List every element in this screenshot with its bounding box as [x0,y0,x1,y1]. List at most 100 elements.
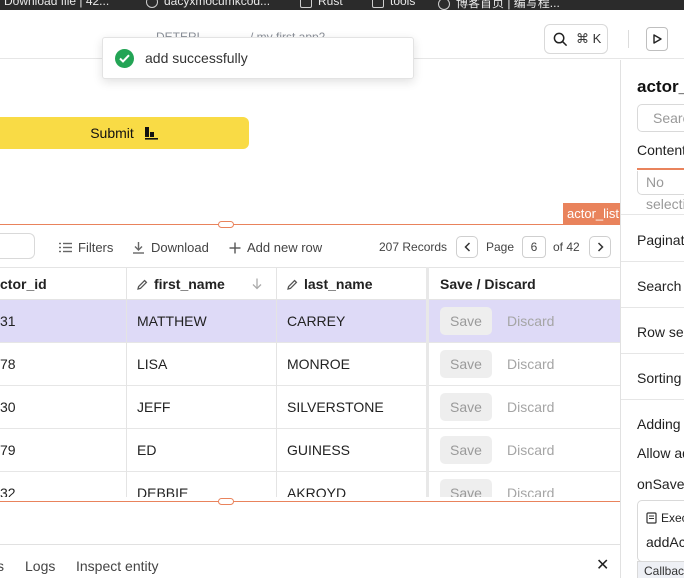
filter-icon [59,242,72,253]
column-header-actor-id[interactable]: ctor_id [0,268,47,300]
divider [621,353,684,354]
column-label: first_name [154,276,225,292]
download-button[interactable]: Download [132,240,209,255]
bookmark-item[interactable]: Download file | 42... [4,0,109,8]
cell-last-name[interactable]: CARREY [287,300,345,343]
cell-last-name[interactable]: MONROE [287,343,350,386]
selection-dropdown[interactable]: No selection [637,171,684,212]
table-row[interactable]: 79 ED GUINESS Save Discard [0,429,620,472]
cell-first-name[interactable]: ED [137,429,156,472]
section-search[interactable]: Search [637,278,681,294]
panel-title: actor_list [637,77,684,96]
close-icon[interactable]: ✕ [596,558,609,574]
table-row[interactable]: 31 MATTHEW CARREY Save Discard [0,300,620,343]
discard-row-button[interactable]: Discard [507,300,554,343]
ruler-icon [144,127,158,140]
resize-handle-bottom[interactable] [218,498,234,505]
cell-first-name[interactable]: JEFF [137,386,170,429]
discard-row-button[interactable]: Discard [507,343,554,386]
chevron-right-icon [597,242,604,252]
panel-search-input[interactable]: Search [637,104,684,132]
submit-button[interactable]: Submit [0,117,249,149]
column-header-first-name[interactable]: first_name [137,268,225,300]
section-pagination[interactable]: Pagination [637,232,684,248]
callback-tab[interactable]: Callback [637,561,684,578]
folder-icon [372,0,384,8]
save-row-button[interactable]: Save [440,479,492,497]
download-icon [133,242,144,254]
properties-panel: actor_list Search Content No selection P… [620,60,684,578]
bookmark-label: dacyxmocumkcod... [164,0,271,8]
bottom-debug-bar: s Logs Inspect entity ✕ [0,544,620,578]
bookmark-item[interactable]: 博客首页 | 编写程... [438,0,560,10]
filters-button[interactable]: Filters [59,240,113,255]
add-new-row-button[interactable]: Add new row [229,240,322,255]
discard-row-button[interactable]: Discard [507,429,554,472]
cell-actor-id: 79 [0,442,16,458]
tab-content[interactable]: Content [637,142,684,158]
column-label: last_name [304,276,373,292]
component-tag[interactable]: actor_list [563,203,620,224]
save-row-button[interactable]: Save [440,307,492,335]
column-label: Save / Discard [440,276,536,292]
cell-first-name[interactable]: DEBBIE [137,472,188,497]
cell-last-name[interactable]: GUINESS [287,429,350,472]
page-total: of 42 [553,240,580,254]
save-row-button[interactable]: Save [440,393,492,421]
section-adding[interactable]: Adding [637,416,681,432]
bookmark-folder[interactable]: tools [372,0,415,8]
allow-adding-toggle[interactable]: Allow adding [637,445,684,461]
prev-page-button[interactable] [456,236,478,258]
divider [621,399,684,400]
divider [621,214,684,215]
tab-inspect-entity[interactable]: Inspect entity [76,558,159,574]
cell-last-name[interactable]: AKROYD [287,472,346,497]
bookmark-folder[interactable]: Rust [300,0,343,8]
table-row[interactable]: 78 LISA MONROE Save Discard [0,343,620,386]
cell-first-name[interactable]: MATTHEW [137,300,207,343]
discard-row-button[interactable]: Discard [507,386,554,429]
execute-label-row: Execute [646,511,684,525]
next-page-button[interactable] [589,236,611,258]
column-divider[interactable] [276,267,277,497]
page-label: Page [486,240,515,254]
chevron-left-icon [463,242,470,252]
selection-frame-top [0,224,620,225]
execute-label: Execute [661,511,684,525]
cell-first-name[interactable]: LISA [137,343,167,386]
column-header-save-discard: Save / Discard [440,268,536,300]
divider [628,30,629,48]
save-row-button[interactable]: Save [440,436,492,464]
preview-button[interactable] [646,27,668,51]
browser-bookmarks-bar: Download file | 42... dacyxmocumkcod... … [0,0,684,10]
column-divider[interactable] [126,267,127,497]
command-search-button[interactable]: ⌘ K [544,24,608,54]
success-check-icon [115,48,134,68]
tab-logs[interactable]: Logs [25,558,55,574]
edit-pencil-icon [137,279,148,290]
bookmark-item[interactable]: dacyxmocumkcod... [146,0,270,8]
on-save-action-box[interactable]: Execute addActor [637,500,684,562]
column-divider[interactable] [426,267,429,497]
shortcut-label: ⌘ K [576,31,602,46]
submit-label: Submit [90,125,134,141]
editor-canvas: Submit actor_list Filters Download Add n… [0,60,620,544]
cell-actor-id: 30 [0,399,16,415]
bookmark-label: Rust [318,0,343,8]
sort-down-arrow-icon[interactable] [252,278,262,290]
add-new-row-label: Add new row [247,240,323,255]
page-number-input[interactable]: 6 [522,236,546,258]
table-search-input[interactable] [0,233,35,259]
save-row-button[interactable]: Save [440,350,492,378]
table-row[interactable]: 30 JEFF SILVERSTONE Save Discard [0,386,620,429]
resize-handle-top[interactable] [218,221,234,228]
column-header-last-name[interactable]: last_name [287,268,372,300]
discard-row-button[interactable]: Discard [507,472,554,497]
tab-partial[interactable]: s [0,558,4,574]
edit-pencil-icon [287,279,298,290]
section-sorting[interactable]: Sorting [637,370,681,386]
table-row[interactable]: 32 DEBBIE AKROYD Save Discard [0,472,620,497]
selection-frame-bottom [0,501,620,502]
cell-last-name[interactable]: SILVERSTONE [287,386,384,429]
section-row-selection[interactable]: Row selection [637,324,684,340]
